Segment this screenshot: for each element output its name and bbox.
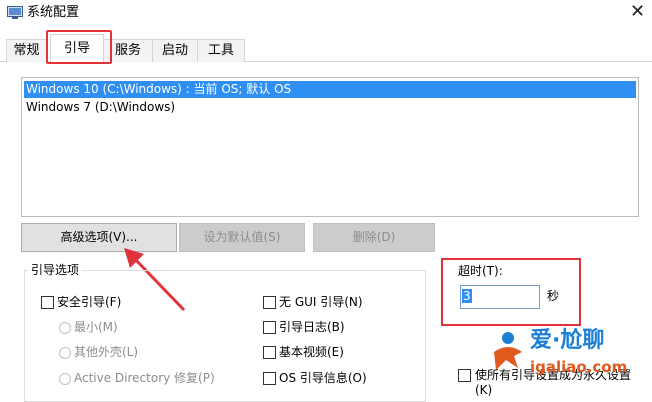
minimal-radio[interactable] xyxy=(59,322,71,334)
delete-button[interactable]: 删除(D) xyxy=(313,223,435,252)
watermark: 爱·尬聊 igaliao.com xyxy=(488,326,648,386)
timeout-value: 3 xyxy=(462,289,472,303)
alternate-shell-label: 其他外壳(L) xyxy=(74,345,139,359)
no-gui-label: 无 GUI 引导(N) xyxy=(279,295,363,309)
os-list-item[interactable]: Windows 10 (C:\Windows) : 当前 OS; 默认 OS xyxy=(24,81,636,98)
safe-boot-label: 安全引导(F) xyxy=(57,295,122,309)
title-bar xyxy=(0,0,652,30)
close-icon[interactable]: ✕ xyxy=(630,2,645,22)
safe-boot-checkbox[interactable] xyxy=(41,296,54,309)
window-title: 系统配置 xyxy=(27,5,80,20)
no-gui-checkbox[interactable] xyxy=(263,296,276,309)
system-config-icon xyxy=(7,6,23,19)
timeout-label: 超时(T): xyxy=(458,264,503,278)
os-listbox[interactable]: Windows 10 (C:\Windows) : 当前 OS; 默认 OS W… xyxy=(21,77,639,217)
boot-log-checkbox[interactable] xyxy=(263,321,276,334)
minimal-label: 最小(M) xyxy=(74,320,118,334)
boot-options-title: 引导选项 xyxy=(28,262,83,278)
tab-tools[interactable]: 工具 xyxy=(197,39,245,62)
tab-services[interactable]: 服务 xyxy=(103,39,153,62)
os-boot-info-label: OS 引导信息(O) xyxy=(279,371,367,385)
timeout-input[interactable] xyxy=(460,285,540,309)
tab-boot[interactable]: 引导 xyxy=(50,34,104,63)
timeout-unit: 秒 xyxy=(547,289,560,303)
base-video-checkbox[interactable] xyxy=(263,346,276,359)
os-list-item[interactable]: Windows 7 (D:\Windows) xyxy=(24,99,175,116)
tab-general[interactable]: 常规 xyxy=(6,39,47,62)
boot-log-label: 引导日志(B) xyxy=(279,320,345,334)
watermark-brand: 爱·尬聊 xyxy=(530,328,605,353)
watermark-url: igaliao.com xyxy=(530,358,628,376)
alternate-shell-radio[interactable] xyxy=(59,347,71,359)
active-directory-label: Active Directory 修复(P) xyxy=(74,371,215,385)
active-directory-radio[interactable] xyxy=(59,373,71,385)
base-video-label: 基本视频(E) xyxy=(279,345,344,359)
watermark-logo-icon xyxy=(494,332,522,370)
make-permanent-checkbox[interactable] xyxy=(458,369,471,382)
os-boot-info-checkbox[interactable] xyxy=(263,372,276,385)
tab-startup[interactable]: 启动 xyxy=(152,39,198,62)
